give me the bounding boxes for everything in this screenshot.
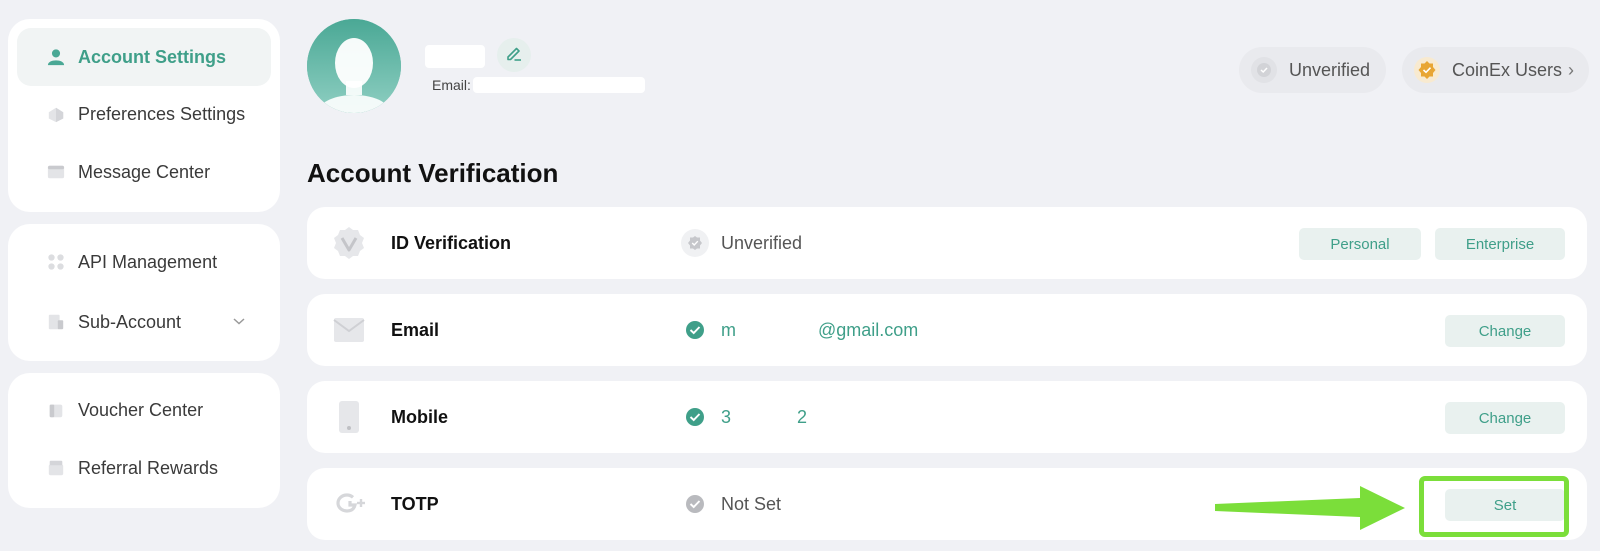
change-email-button[interactable]: Change bbox=[1445, 315, 1565, 347]
check-circle-icon bbox=[681, 490, 709, 518]
verification-row-mobile: Mobile 3 2 Change bbox=[307, 381, 1587, 453]
avatar[interactable] bbox=[307, 19, 401, 113]
message-icon bbox=[47, 163, 65, 181]
phone-icon bbox=[331, 399, 367, 435]
status-text: Unverified bbox=[721, 232, 803, 253]
mobile-prefix: 3 bbox=[721, 406, 732, 427]
email-status: m @gmail.com bbox=[681, 316, 918, 344]
api-icon bbox=[47, 253, 65, 271]
chevron-down-icon[interactable] bbox=[231, 313, 247, 329]
sidebar-item-label: Sub-Account bbox=[78, 311, 182, 332]
shield-check-icon bbox=[681, 229, 709, 257]
preferences-icon bbox=[47, 105, 65, 123]
sidebar-item-sub-account[interactable]: Sub-Account bbox=[17, 293, 271, 351]
shield-check-icon bbox=[1251, 57, 1277, 83]
email-value bbox=[473, 77, 645, 93]
id-verification-icon bbox=[331, 225, 367, 261]
user-icon bbox=[47, 48, 65, 66]
referral-icon bbox=[47, 459, 65, 477]
sidebar-item-referral-rewards[interactable]: Referral Rewards bbox=[17, 439, 271, 497]
row-title: ID Verification bbox=[391, 233, 512, 253]
sidebar-item-label: API Management bbox=[78, 251, 218, 272]
mobile-status: 3 2 bbox=[681, 403, 807, 431]
change-mobile-button[interactable]: Change bbox=[1445, 402, 1565, 434]
annotation-arrow bbox=[1215, 486, 1405, 530]
edit-name-button[interactable] bbox=[497, 38, 531, 72]
username bbox=[425, 45, 485, 68]
envelope-icon bbox=[331, 312, 367, 348]
row-title: Email bbox=[391, 320, 440, 340]
personal-button[interactable]: Personal bbox=[1299, 228, 1421, 260]
sidebar-item-label: Voucher Center bbox=[78, 399, 204, 420]
check-circle-icon bbox=[681, 316, 709, 344]
status-text: Not Set bbox=[721, 493, 782, 514]
verification-status-text: Unverified bbox=[1289, 59, 1371, 80]
verification-row-id: ID Verification Unverified Personal Ente… bbox=[307, 207, 1587, 279]
verification-status-badge[interactable]: Unverified bbox=[1239, 47, 1386, 93]
gold-badge-icon bbox=[1414, 57, 1440, 83]
pencil-icon bbox=[505, 44, 523, 67]
sidebar-item-label: Referral Rewards bbox=[78, 457, 219, 478]
sidebar-item-voucher-center[interactable]: Voucher Center bbox=[17, 381, 271, 439]
sidebar-group-api: API Management Sub-Account bbox=[8, 224, 280, 361]
email-prefix: m bbox=[721, 319, 736, 340]
check-circle-icon bbox=[681, 403, 709, 431]
email-label: Email: bbox=[432, 77, 471, 93]
chevron-right-icon: › bbox=[1568, 59, 1575, 80]
sidebar-group-rewards: Voucher Center Referral Rewards bbox=[8, 373, 280, 508]
google-plus-icon bbox=[331, 486, 367, 522]
enterprise-button[interactable]: Enterprise bbox=[1435, 228, 1565, 260]
id-verification-status: Unverified bbox=[681, 229, 802, 257]
verification-row-email: Email m @gmail.com Change bbox=[307, 294, 1587, 366]
sidebar-item-label: Account Settings bbox=[78, 46, 227, 67]
sidebar-item-account-settings[interactable]: Account Settings bbox=[17, 28, 271, 86]
sidebar-item-label: Preferences Settings bbox=[78, 103, 246, 124]
sidebar-group-account: Account Settings Preferences Settings Me… bbox=[8, 19, 280, 212]
sidebar-item-label: Message Center bbox=[78, 161, 211, 182]
sidebar-item-api-management[interactable]: API Management bbox=[17, 233, 271, 291]
set-totp-button[interactable]: Set bbox=[1445, 489, 1565, 521]
mobile-suffix: 2 bbox=[797, 406, 808, 427]
sidebar-item-preferences-settings[interactable]: Preferences Settings bbox=[17, 85, 271, 143]
row-title: Mobile bbox=[391, 407, 448, 427]
row-title: TOTP bbox=[391, 494, 439, 514]
email-suffix: @gmail.com bbox=[818, 319, 919, 340]
sidebar-item-message-center[interactable]: Message Center bbox=[17, 143, 271, 201]
sub-account-icon bbox=[47, 313, 65, 331]
totp-status: Not Set bbox=[681, 490, 781, 518]
user-tier-badge[interactable]: CoinEx Users › bbox=[1402, 47, 1589, 93]
user-tier-text: CoinEx Users bbox=[1452, 59, 1563, 80]
voucher-icon bbox=[47, 401, 65, 419]
page-title: Account Verification bbox=[307, 158, 559, 188]
